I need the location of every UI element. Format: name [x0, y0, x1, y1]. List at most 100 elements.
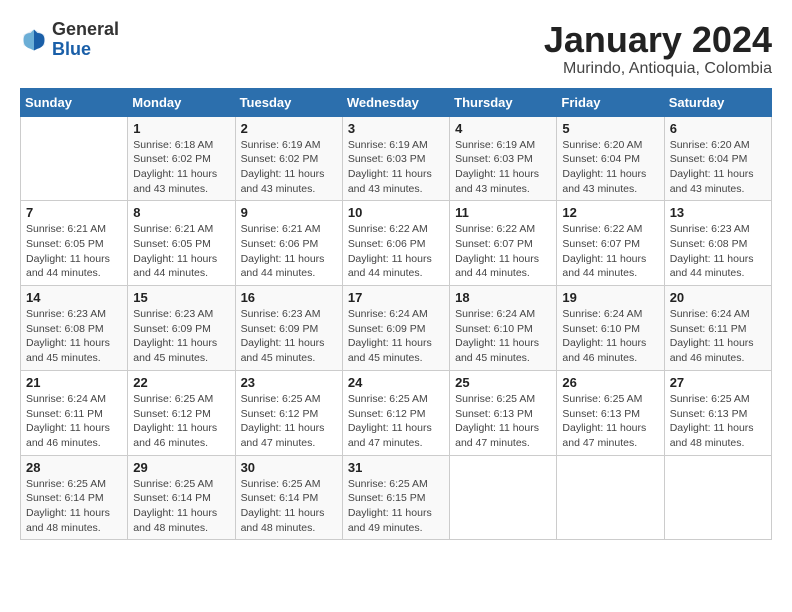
calendar-header-row: SundayMondayTuesdayWednesdayThursdayFrid… [21, 88, 772, 116]
weekday-header: Tuesday [235, 88, 342, 116]
day-info: Sunrise: 6:20 AM Sunset: 6:04 PM Dayligh… [670, 138, 766, 197]
weekday-header: Thursday [450, 88, 557, 116]
day-info: Sunrise: 6:19 AM Sunset: 6:03 PM Dayligh… [348, 138, 444, 197]
day-number: 8 [133, 205, 229, 220]
day-number: 20 [670, 290, 766, 305]
calendar-cell [21, 116, 128, 201]
calendar-cell: 17 Sunrise: 6:24 AM Sunset: 6:09 PM Dayli… [342, 286, 449, 371]
weekday-header: Monday [128, 88, 235, 116]
day-number: 6 [670, 121, 766, 136]
day-number: 1 [133, 121, 229, 136]
calendar-cell: 6 Sunrise: 6:20 AM Sunset: 6:04 PM Daylig… [664, 116, 771, 201]
day-number: 13 [670, 205, 766, 220]
day-number: 19 [562, 290, 658, 305]
day-number: 27 [670, 375, 766, 390]
day-info: Sunrise: 6:23 AM Sunset: 6:09 PM Dayligh… [241, 307, 337, 366]
day-info: Sunrise: 6:18 AM Sunset: 6:02 PM Dayligh… [133, 138, 229, 197]
day-info: Sunrise: 6:25 AM Sunset: 6:13 PM Dayligh… [562, 392, 658, 451]
calendar-cell: 8 Sunrise: 6:21 AM Sunset: 6:05 PM Daylig… [128, 201, 235, 286]
calendar-cell: 12Sunrise: 6:22 AM Sunset: 6:07 PM Dayli… [557, 201, 664, 286]
day-info: Sunrise: 6:25 AM Sunset: 6:14 PM Dayligh… [26, 477, 122, 536]
day-number: 29 [133, 460, 229, 475]
day-info: Sunrise: 6:25 AM Sunset: 6:14 PM Dayligh… [241, 477, 337, 536]
calendar-cell: 5Sunrise: 6:20 AM Sunset: 6:04 PM Daylig… [557, 116, 664, 201]
day-number: 25 [455, 375, 551, 390]
day-info: Sunrise: 6:21 AM Sunset: 6:05 PM Dayligh… [133, 222, 229, 281]
day-info: Sunrise: 6:24 AM Sunset: 6:10 PM Dayligh… [562, 307, 658, 366]
calendar-week-row: 21Sunrise: 6:24 AM Sunset: 6:11 PM Dayli… [21, 370, 772, 455]
calendar-week-row: 28 Sunrise: 6:25 AM Sunset: 6:14 PM Dayli… [21, 455, 772, 540]
weekday-header: Saturday [664, 88, 771, 116]
calendar-cell: 27 Sunrise: 6:25 AM Sunset: 6:13 PM Dayli… [664, 370, 771, 455]
day-info: Sunrise: 6:25 AM Sunset: 6:12 PM Dayligh… [133, 392, 229, 451]
calendar-cell [664, 455, 771, 540]
calendar-cell: 25 Sunrise: 6:25 AM Sunset: 6:13 PM Dayli… [450, 370, 557, 455]
calendar-cell: 1 Sunrise: 6:18 AM Sunset: 6:02 PM Daylig… [128, 116, 235, 201]
day-number: 10 [348, 205, 444, 220]
weekday-header: Wednesday [342, 88, 449, 116]
day-info: Sunrise: 6:25 AM Sunset: 6:13 PM Dayligh… [455, 392, 551, 451]
logo-blue-text: Blue [52, 39, 91, 59]
day-info: Sunrise: 6:21 AM Sunset: 6:06 PM Dayligh… [241, 222, 337, 281]
day-number: 28 [26, 460, 122, 475]
calendar-cell: 16 Sunrise: 6:23 AM Sunset: 6:09 PM Dayli… [235, 286, 342, 371]
day-info: Sunrise: 6:25 AM Sunset: 6:13 PM Dayligh… [670, 392, 766, 451]
day-number: 26 [562, 375, 658, 390]
day-number: 22 [133, 375, 229, 390]
logo-icon [20, 26, 48, 54]
calendar-cell [557, 455, 664, 540]
day-number: 17 [348, 290, 444, 305]
calendar-cell: 4 Sunrise: 6:19 AM Sunset: 6:03 PM Daylig… [450, 116, 557, 201]
calendar-cell: 21Sunrise: 6:24 AM Sunset: 6:11 PM Dayli… [21, 370, 128, 455]
day-number: 14 [26, 290, 122, 305]
day-info: Sunrise: 6:21 AM Sunset: 6:05 PM Dayligh… [26, 222, 122, 281]
weekday-header: Friday [557, 88, 664, 116]
calendar-cell: 7 Sunrise: 6:21 AM Sunset: 6:05 PM Daylig… [21, 201, 128, 286]
day-number: 15 [133, 290, 229, 305]
page-header: General Blue January 2024 Murindo, Antio… [20, 20, 772, 78]
day-number: 2 [241, 121, 337, 136]
calendar-cell: 23 Sunrise: 6:25 AM Sunset: 6:12 PM Dayli… [235, 370, 342, 455]
day-info: Sunrise: 6:23 AM Sunset: 6:09 PM Dayligh… [133, 307, 229, 366]
day-info: Sunrise: 6:25 AM Sunset: 6:12 PM Dayligh… [241, 392, 337, 451]
day-number: 23 [241, 375, 337, 390]
calendar-week-row: 7 Sunrise: 6:21 AM Sunset: 6:05 PM Daylig… [21, 201, 772, 286]
day-number: 24 [348, 375, 444, 390]
day-info: Sunrise: 6:22 AM Sunset: 6:06 PM Dayligh… [348, 222, 444, 281]
day-info: Sunrise: 6:24 AM Sunset: 6:09 PM Dayligh… [348, 307, 444, 366]
logo: General Blue [20, 20, 119, 60]
day-info: Sunrise: 6:19 AM Sunset: 6:03 PM Dayligh… [455, 138, 551, 197]
day-number: 3 [348, 121, 444, 136]
day-number: 7 [26, 205, 122, 220]
day-number: 11 [455, 205, 551, 220]
calendar-cell: 30 Sunrise: 6:25 AM Sunset: 6:14 PM Dayli… [235, 455, 342, 540]
day-info: Sunrise: 6:25 AM Sunset: 6:12 PM Dayligh… [348, 392, 444, 451]
calendar-week-row: 1 Sunrise: 6:18 AM Sunset: 6:02 PM Daylig… [21, 116, 772, 201]
calendar-cell: 9Sunrise: 6:21 AM Sunset: 6:06 PM Daylig… [235, 201, 342, 286]
calendar-cell: 14Sunrise: 6:23 AM Sunset: 6:08 PM Dayli… [21, 286, 128, 371]
calendar-week-row: 14Sunrise: 6:23 AM Sunset: 6:08 PM Dayli… [21, 286, 772, 371]
weekday-header: Sunday [21, 88, 128, 116]
day-number: 4 [455, 121, 551, 136]
day-info: Sunrise: 6:23 AM Sunset: 6:08 PM Dayligh… [670, 222, 766, 281]
day-number: 16 [241, 290, 337, 305]
calendar-cell: 3 Sunrise: 6:19 AM Sunset: 6:03 PM Daylig… [342, 116, 449, 201]
calendar-cell: 26 Sunrise: 6:25 AM Sunset: 6:13 PM Dayli… [557, 370, 664, 455]
day-number: 12 [562, 205, 658, 220]
title-block: January 2024 Murindo, Antioquia, Colombi… [544, 20, 772, 78]
day-number: 21 [26, 375, 122, 390]
calendar-cell: 10 Sunrise: 6:22 AM Sunset: 6:06 PM Dayli… [342, 201, 449, 286]
calendar-cell: 2Sunrise: 6:19 AM Sunset: 6:02 PM Daylig… [235, 116, 342, 201]
day-info: Sunrise: 6:25 AM Sunset: 6:15 PM Dayligh… [348, 477, 444, 536]
calendar-cell: 28 Sunrise: 6:25 AM Sunset: 6:14 PM Dayli… [21, 455, 128, 540]
calendar-cell: 31Sunrise: 6:25 AM Sunset: 6:15 PM Dayli… [342, 455, 449, 540]
day-info: Sunrise: 6:24 AM Sunset: 6:10 PM Dayligh… [455, 307, 551, 366]
calendar-cell: 13 Sunrise: 6:23 AM Sunset: 6:08 PM Dayli… [664, 201, 771, 286]
calendar-cell: 20Sunrise: 6:24 AM Sunset: 6:11 PM Dayli… [664, 286, 771, 371]
calendar-cell: 15 Sunrise: 6:23 AM Sunset: 6:09 PM Dayli… [128, 286, 235, 371]
calendar-cell [450, 455, 557, 540]
day-number: 30 [241, 460, 337, 475]
logo-general-text: General [52, 19, 119, 39]
calendar-table: SundayMondayTuesdayWednesdayThursdayFrid… [20, 88, 772, 541]
calendar-cell: 24 Sunrise: 6:25 AM Sunset: 6:12 PM Dayli… [342, 370, 449, 455]
